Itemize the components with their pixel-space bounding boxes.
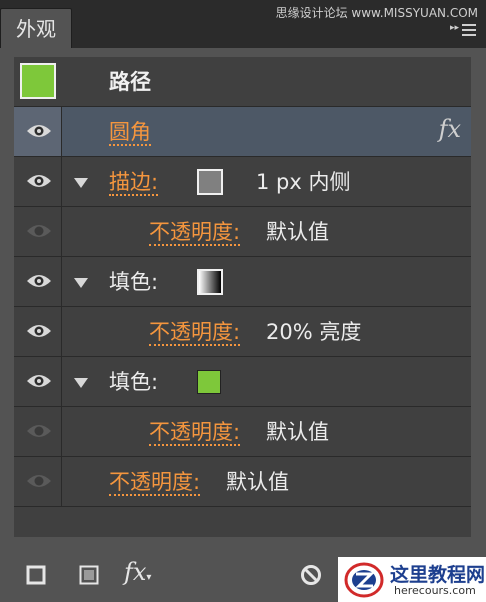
- fill-opacity-row[interactable]: 不透明度: 默认值: [14, 407, 471, 457]
- opacity-label[interactable]: 不透明度:: [149, 207, 241, 257]
- eye-icon: [27, 475, 51, 487]
- stroke-label[interactable]: 描边:: [109, 157, 159, 207]
- clear-appearance-icon[interactable]: [300, 564, 322, 586]
- panel-menu-button[interactable]: ▸▸: [450, 22, 478, 38]
- fx-label: fx: [124, 558, 147, 586]
- panel-header: 外观 思缘设计论坛 www.MISSYUAN.COM ▸▸: [0, 0, 486, 48]
- fill-swatch-gradient[interactable]: [197, 269, 223, 295]
- add-effect-button[interactable]: fx▾: [124, 558, 151, 586]
- visibility-toggle[interactable]: [14, 457, 62, 506]
- visibility-toggle[interactable]: [14, 257, 62, 306]
- object-label: 路径: [109, 70, 151, 94]
- new-stroke-icon[interactable]: [26, 565, 46, 585]
- eye-icon: [27, 325, 51, 337]
- watermark: 思缘设计论坛 www.MISSYUAN.COM: [275, 6, 478, 20]
- disclosure-triangle-icon[interactable]: [74, 378, 88, 388]
- site-badge: 这里教程网 herecours.com: [338, 557, 486, 602]
- object-row[interactable]: 路径: [14, 57, 471, 107]
- effect-row-rounded-corners[interactable]: 圆角 fx: [14, 107, 471, 157]
- opacity-value: 默认值: [226, 470, 289, 494]
- visibility-toggle[interactable]: [14, 357, 62, 406]
- effect-label[interactable]: 圆角: [109, 107, 151, 157]
- menu-lines-icon: [462, 24, 476, 39]
- fill-row-gradient[interactable]: 填色:: [14, 257, 471, 307]
- opacity-value: 默认值: [266, 220, 329, 244]
- stroke-row[interactable]: 描边: 1 px 内侧: [14, 157, 471, 207]
- eye-icon: [27, 375, 51, 387]
- opacity-label[interactable]: 不透明度:: [149, 407, 241, 457]
- visibility-toggle[interactable]: [14, 207, 62, 256]
- eye-icon: [27, 275, 51, 287]
- collapse-arrows-icon: ▸▸: [450, 23, 460, 33]
- fill-label: 填色:: [109, 370, 159, 394]
- object-opacity-row[interactable]: 不透明度: 默认值: [14, 457, 471, 507]
- fill-opacity-row[interactable]: 不透明度: 20% 亮度: [14, 307, 471, 357]
- opacity-label[interactable]: 不透明度:: [149, 307, 241, 357]
- eye-icon: [27, 225, 51, 237]
- site-logo-icon: [344, 562, 384, 598]
- stroke-value: 1 px 内侧: [256, 170, 351, 194]
- opacity-label[interactable]: 不透明度:: [109, 457, 201, 507]
- visibility-toggle[interactable]: [14, 407, 62, 456]
- badge-url: herecours.com: [394, 584, 476, 597]
- appearance-list: 路径 圆角 fx 描边: 1 px 内侧 不透明度: 默认值 填色: 不透明度:…: [14, 57, 471, 537]
- eye-icon: [27, 125, 51, 137]
- fill-label: 填色:: [109, 270, 159, 294]
- fx-icon[interactable]: fx: [439, 115, 461, 143]
- stroke-swatch[interactable]: [197, 169, 223, 195]
- badge-title: 这里教程网: [390, 564, 486, 586]
- visibility-toggle[interactable]: [14, 157, 62, 206]
- eye-icon: [27, 175, 51, 187]
- opacity-value: 默认值: [266, 420, 329, 444]
- eye-icon: [27, 425, 51, 437]
- disclosure-triangle-icon[interactable]: [74, 178, 88, 188]
- object-thumbnail: [20, 63, 56, 99]
- visibility-toggle[interactable]: [14, 107, 62, 156]
- tab-appearance[interactable]: 外观: [0, 8, 72, 48]
- visibility-toggle[interactable]: [14, 307, 62, 356]
- new-fill-icon[interactable]: [79, 565, 99, 585]
- disclosure-triangle-icon[interactable]: [74, 278, 88, 288]
- opacity-value: 20% 亮度: [266, 320, 362, 344]
- stroke-opacity-row[interactable]: 不透明度: 默认值: [14, 207, 471, 257]
- dropdown-arrow-icon: ▾: [146, 572, 152, 583]
- fill-swatch-green[interactable]: [197, 370, 221, 394]
- fill-row-green[interactable]: 填色:: [14, 357, 471, 407]
